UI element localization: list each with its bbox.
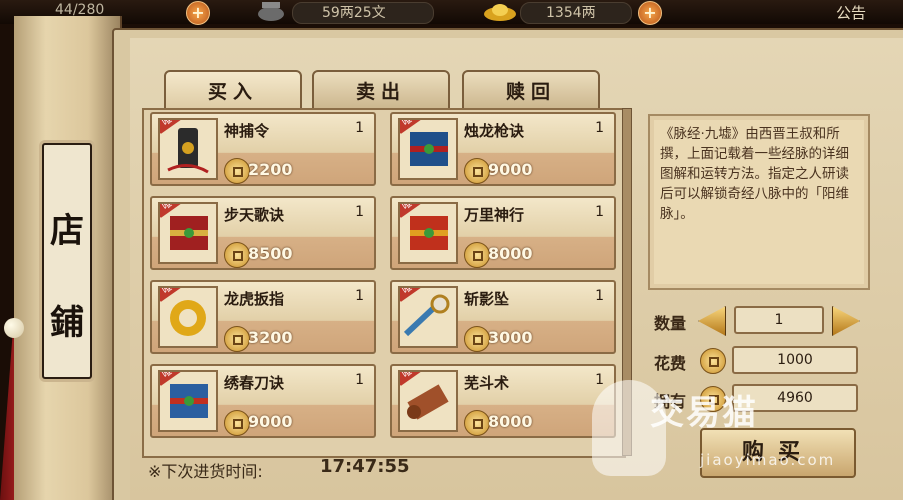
jade-bead <box>4 318 24 338</box>
manual-book-icon <box>170 384 208 418</box>
item-price: 3200 <box>248 328 293 347</box>
item-price: 8000 <box>488 244 533 263</box>
item-qty: 1 <box>595 372 604 388</box>
copper-coin-icon <box>224 326 250 352</box>
manual-book-icon <box>410 132 448 166</box>
item-qty: 1 <box>355 120 364 136</box>
item-price: 3000 <box>488 328 533 347</box>
item-card[interactable]: 唯一 烛龙枪诀 1 9000 <box>390 112 616 186</box>
watermark-url: jiaoyimao.com <box>700 451 836 469</box>
restock-time: 17:47:55 <box>320 456 410 477</box>
item-thumbnail: 唯一 <box>398 202 458 264</box>
gold-value: 1354两 <box>546 5 596 21</box>
pendant-icon <box>403 294 450 337</box>
item-price: 8000 <box>488 412 533 431</box>
cost-value: 1000 <box>732 346 858 374</box>
item-card[interactable]: 唯一 步天歌诀 1 8500 <box>150 196 376 270</box>
add-stamina-button[interactable]: + <box>186 1 210 25</box>
copper-coin-icon <box>464 242 490 268</box>
item-price: 9000 <box>248 412 293 431</box>
add-gold-button[interactable]: + <box>638 1 662 25</box>
item-thumbnail: 唯一 <box>158 286 218 348</box>
item-name: 步天歌诀 <box>224 206 285 224</box>
item-name: 神捕令 <box>224 122 270 140</box>
quantity-field[interactable]: 1 <box>734 306 824 334</box>
ring-icon <box>170 300 206 336</box>
item-qty: 1 <box>355 372 364 388</box>
item-qty: 1 <box>595 120 604 136</box>
watermark-text: 交易猫 <box>650 393 758 433</box>
item-name: 龙虎扳指 <box>224 290 285 308</box>
scroll-icon <box>407 384 449 420</box>
item-thumbnail: 唯一 <box>398 286 458 348</box>
silver-value: 59两25文 <box>322 5 386 21</box>
copper-coin-icon <box>224 242 250 268</box>
item-description-box: 《脉经·九墟》由西晋王叔和所撰，上面记载着一些经脉的详细图解和运转方法。指定之人… <box>648 114 870 290</box>
item-card[interactable]: 唯一 绣春刀诀 1 9000 <box>150 364 376 438</box>
notice-button[interactable]: 公告 <box>836 2 866 23</box>
item-description: 《脉经·九墟》由西晋王叔和所撰，上面记载着一些经脉的详细图解和运转方法。指定之人… <box>660 126 849 222</box>
item-qty: 1 <box>595 204 604 220</box>
copper-coin-icon <box>700 348 726 374</box>
item-card[interactable]: 唯一 万里神行 1 8000 <box>390 196 616 270</box>
copper-coin-icon <box>464 326 490 352</box>
item-card[interactable]: 唯一 龙虎扳指 1 3200 <box>150 280 376 354</box>
item-thumbnail: 唯一 <box>398 118 458 180</box>
shop-title-char-2: 鋪 <box>50 303 84 343</box>
item-list: 唯一 神捕令 1 2200 唯一 烛龙枪诀 1 9000 唯一 步天歌诀 1 8… <box>142 108 626 458</box>
copper-coin-icon <box>224 410 250 436</box>
item-price: 8500 <box>248 244 293 263</box>
copper-coin-icon <box>464 158 490 184</box>
cauldron-icon <box>258 2 284 21</box>
manual-book-icon <box>170 216 208 250</box>
restock-label: ※下次进货时间: <box>148 462 263 481</box>
copper-coin-icon <box>464 410 490 436</box>
item-name: 斩影坠 <box>464 290 510 308</box>
item-qty: 1 <box>595 288 604 304</box>
item-thumbnail: 唯一 <box>398 370 458 432</box>
item-thumbnail: 唯一 <box>158 370 218 432</box>
shop-title-plaque: 店 鋪 <box>42 143 92 379</box>
cost-label: 花费 <box>654 354 687 373</box>
shop-title-char-1: 店 <box>50 211 84 251</box>
item-thumbnail: 唯一 <box>158 118 218 180</box>
item-name: 万里神行 <box>464 206 525 224</box>
item-card[interactable]: 唯一 神捕令 1 2200 <box>150 112 376 186</box>
item-name: 绣春刀诀 <box>224 374 285 392</box>
item-card[interactable]: 唯一 斩影坠 1 3000 <box>390 280 616 354</box>
item-name: 烛龙枪诀 <box>464 122 525 140</box>
item-name: 芜斗术 <box>464 374 510 392</box>
item-qty: 1 <box>355 288 364 304</box>
token-icon <box>167 128 209 174</box>
item-qty: 1 <box>355 204 364 220</box>
gold-ingot-icon <box>484 4 516 21</box>
copper-coin-icon <box>224 158 250 184</box>
item-thumbnail: 唯一 <box>158 202 218 264</box>
item-price: 2200 <box>248 160 293 179</box>
top-resource-bar: 44/280 + 59两25文 1354两 + 公告 <box>0 0 903 25</box>
quantity-label: 数量 <box>654 314 687 333</box>
manual-book-icon <box>410 216 448 250</box>
item-card[interactable]: 唯一 芜斗术 1 8000 <box>390 364 616 438</box>
item-price: 9000 <box>488 160 533 179</box>
